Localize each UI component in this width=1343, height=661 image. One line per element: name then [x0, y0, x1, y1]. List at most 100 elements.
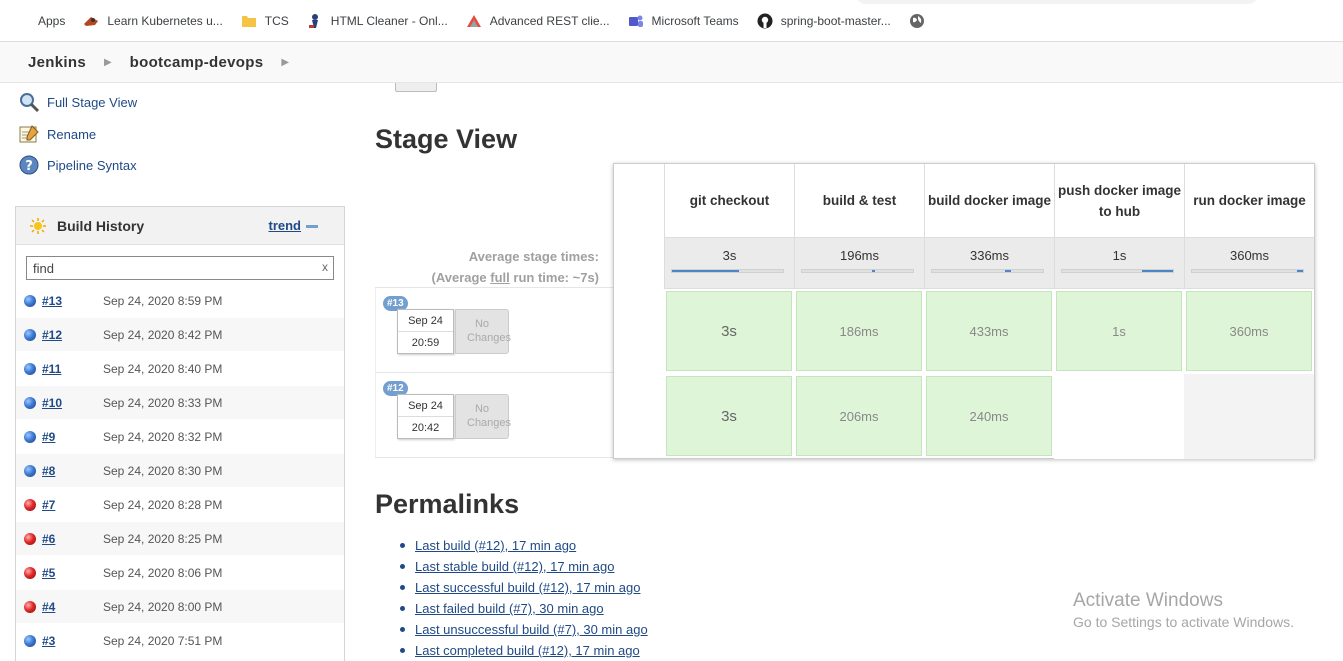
success-status-icon	[24, 634, 36, 647]
html-cleaner-icon	[308, 13, 318, 28]
run-time: 20:42	[411, 422, 440, 434]
stage-column: run docker image 360ms	[1184, 164, 1314, 289]
task-label: Rename	[47, 126, 97, 142]
task-full-stage-view[interactable]: Full Stage View	[18, 91, 137, 113]
task-pipeline-syntax[interactable]: ? Pipeline Syntax	[18, 154, 137, 176]
build-history-row: #12 Sep 24, 2020 8:42 PM	[16, 318, 344, 352]
task-rename[interactable]: Rename	[18, 123, 96, 145]
stage-cell[interactable]: 3s	[666, 291, 792, 371]
build-history-row: #9 Sep 24, 2020 8:32 PM	[16, 420, 344, 454]
bookmark-kubernetes[interactable]: Learn Kubernetes u...	[83, 13, 223, 29]
stage-header: build & test	[794, 164, 924, 237]
breadcrumb-separator-icon[interactable]: ▶	[104, 57, 112, 68]
permalink-link[interactable]: Last failed build (#7), 30 min ago	[415, 601, 604, 616]
build-date-link[interactable]: Sep 24, 2020 7:51 PM	[103, 634, 222, 648]
permalink-link[interactable]: Last stable build (#12), 17 min ago	[415, 559, 614, 574]
build-history-header: Build History trend	[16, 207, 344, 245]
build-number-link[interactable]: #7	[42, 498, 103, 512]
bookmark-html-cleaner[interactable]: HTML Cleaner - Onl...	[307, 13, 448, 29]
run-date: Sep 24	[398, 395, 453, 417]
bullet-icon	[400, 627, 405, 632]
run-date-box: Sep 24 20:42	[397, 394, 454, 439]
stage-average: 360ms	[1184, 237, 1314, 289]
breadcrumb-jenkins[interactable]: Jenkins	[28, 54, 86, 71]
rest-client-icon	[466, 14, 481, 27]
permalink-link[interactable]: Last completed build (#12), 17 min ago	[415, 643, 640, 658]
build-search-value: find	[33, 260, 54, 276]
build-number-link[interactable]: #11	[42, 362, 103, 376]
permalink-link[interactable]: Last successful build (#12), 17 min ago	[415, 580, 640, 595]
full-run-time-link[interactable]: full	[490, 270, 510, 285]
stage-cell[interactable]: 186ms	[796, 291, 922, 371]
build-history-row: #7 Sep 24, 2020 8:28 PM	[16, 488, 344, 522]
breadcrumb-separator-icon[interactable]: ▶	[281, 57, 289, 68]
apps-grid-icon	[14, 13, 30, 29]
no-changes-label: No Changes	[467, 318, 512, 344]
bookmark-apps[interactable]: Apps	[14, 13, 65, 29]
build-date-link[interactable]: Sep 24, 2020 8:32 PM	[103, 430, 222, 444]
bullet-icon	[400, 564, 405, 569]
stage-cell[interactable]: 433ms	[926, 291, 1052, 371]
bullet-icon	[400, 585, 405, 590]
build-date-link[interactable]: Sep 24, 2020 8:06 PM	[103, 566, 222, 580]
permalink-link[interactable]: Last unsuccessful build (#7), 30 min ago	[415, 622, 648, 637]
bookmark-label: spring-boot-master...	[780, 13, 891, 28]
permalink-link[interactable]: Last build (#12), 17 min ago	[415, 538, 576, 553]
stage-header: run docker image	[1184, 164, 1314, 237]
bookmark-tcs[interactable]: TCS	[241, 13, 289, 29]
stage-progress-fill	[1141, 270, 1173, 272]
build-number-link[interactable]: #8	[42, 464, 103, 478]
build-number-link[interactable]: #3	[42, 634, 103, 648]
build-number-link[interactable]: #13	[42, 294, 103, 308]
stage-cell[interactable]: 1s	[1056, 291, 1182, 371]
stage-cell[interactable]: 206ms	[796, 376, 922, 456]
stage-view-table: git checkout 3s build & test 196ms build doc…	[613, 163, 1315, 459]
build-history-panel: Build History trend find x #13 Sep 24, 20…	[15, 206, 345, 661]
build-history-row: #5 Sep 24, 2020 8:06 PM	[16, 556, 344, 590]
clear-search-icon[interactable]: x	[322, 260, 328, 274]
build-number-link[interactable]: #9	[42, 430, 103, 444]
stage-cell[interactable]: 3s	[666, 376, 792, 456]
bookmark-teams[interactable]: Microsoft Teams	[628, 13, 739, 29]
build-number-link[interactable]: #5	[42, 566, 103, 580]
success-status-icon	[24, 362, 36, 375]
build-number-link[interactable]: #10	[42, 396, 103, 410]
run-date: Sep 24	[398, 310, 453, 332]
stage-average: 196ms	[794, 237, 924, 289]
address-bar-edge[interactable]	[857, 0, 1257, 4]
build-date-link[interactable]: Sep 24, 2020 8:40 PM	[103, 362, 222, 376]
build-date-link[interactable]: Sep 24, 2020 8:42 PM	[103, 328, 222, 342]
build-date-link[interactable]: Sep 24, 2020 8:28 PM	[103, 498, 222, 512]
build-history-row: #11 Sep 24, 2020 8:40 PM	[16, 352, 344, 386]
build-number-link[interactable]: #4	[42, 600, 103, 614]
permalinks-list: Last build (#12), 17 min ago Last stable …	[400, 535, 648, 661]
build-number-link[interactable]: #12	[42, 328, 103, 342]
build-date-link[interactable]: Sep 24, 2020 8:33 PM	[103, 396, 222, 410]
bookmark-label: Learn Kubernetes u...	[107, 13, 223, 28]
bullet-icon	[400, 543, 405, 548]
stage-average: 336ms	[924, 237, 1054, 289]
build-number-link[interactable]: #6	[42, 532, 103, 546]
stage-average-time: 3s	[722, 248, 737, 263]
bookmark-github[interactable]: spring-boot-master...	[757, 13, 891, 29]
stage-cell[interactable]: 240ms	[926, 376, 1052, 456]
build-history-list: #13 Sep 24, 2020 8:59 PM #12 Sep 24, 2020 8…	[16, 284, 344, 658]
stage-progress-bar	[1191, 269, 1304, 273]
build-history-row: #6 Sep 24, 2020 8:25 PM	[16, 522, 344, 556]
trend-link[interactable]: trend	[269, 218, 318, 233]
notepad-icon	[19, 125, 39, 143]
build-date-link[interactable]: Sep 24, 2020 8:25 PM	[103, 532, 222, 546]
breadcrumb-job[interactable]: bootcamp-devops	[130, 54, 264, 71]
failed-status-icon	[24, 600, 36, 613]
bookmark-globe[interactable]	[909, 13, 933, 29]
svg-text:?: ?	[25, 159, 33, 174]
stage-progress-fill	[1005, 270, 1011, 272]
bookmark-rest-client[interactable]: Advanced REST clie...	[466, 13, 610, 29]
stage-cell-empty	[1054, 374, 1184, 459]
stage-cell[interactable]: 360ms	[1186, 291, 1312, 371]
build-date-link[interactable]: Sep 24, 2020 8:00 PM	[103, 600, 222, 614]
build-date-link[interactable]: Sep 24, 2020 8:59 PM	[103, 294, 222, 308]
build-date-link[interactable]: Sep 24, 2020 8:30 PM	[103, 464, 222, 478]
build-search-input[interactable]: find x	[26, 256, 334, 280]
stage-progress-bar	[1061, 269, 1174, 273]
